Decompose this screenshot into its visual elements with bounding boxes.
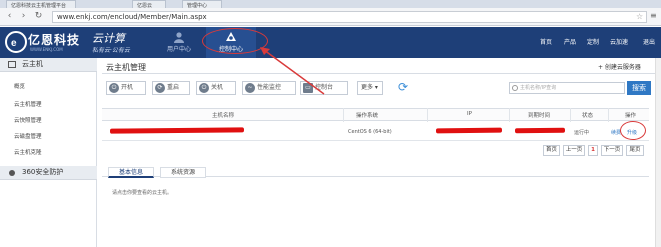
site-header: e 亿恩科技 WWW.ENKJ.COM 云计算 私有云·公有云 用户中心 控制中… (0, 27, 661, 58)
nav-label: 用户中心 (166, 46, 191, 53)
sidebar-section-cloud-host[interactable]: 云主机 (0, 58, 97, 72)
cell-status: 运行中 (574, 130, 590, 136)
divider (102, 73, 656, 74)
monitor-icon: ~ (245, 83, 255, 93)
tab-system-resources[interactable]: 系统资源 (160, 167, 206, 178)
slogan-sub: 私有云·公有云 (92, 47, 130, 54)
sidebar-item-clone[interactable]: 云主机克隆 (14, 148, 42, 156)
browser-tab[interactable]: 管理中心 (182, 0, 222, 8)
power-off-icon: ⏻ (199, 83, 209, 93)
pager-prev[interactable]: 上一页 (563, 145, 585, 156)
browser-tab[interactable]: 亿恩科技云主机管理平台 (6, 0, 76, 8)
redacted-expire (514, 127, 566, 134)
refresh-icon[interactable]: ⟳ (398, 80, 412, 94)
power-on-button[interactable]: ⏻ 开机 (106, 81, 146, 95)
sidebar-item-disk[interactable]: 云磁盘管理 (14, 132, 42, 140)
column-header-expire: 到期时间 (528, 113, 551, 119)
svg-text:e: e (11, 38, 17, 49)
nav-user-center[interactable]: 用户中心 (158, 27, 200, 58)
power-off-button[interactable]: ⏻ 关机 (196, 81, 236, 95)
browser-tab[interactable]: 亿恩云 (132, 0, 166, 8)
column-header-actions: 操作 (625, 113, 637, 119)
column-header-status: 状态 (582, 113, 594, 119)
cell-os: CentOS 6 (64-bit) (348, 129, 392, 135)
create-server-link[interactable]: + 创建云服务器 (598, 62, 641, 71)
column-header-name: 主机名称 (212, 113, 235, 119)
bookmark-star-icon[interactable]: ☆ (636, 12, 643, 21)
sidebar: 云主机 概览 云主机管理 云快照管理 云磁盘管理 云主机克隆 360安全防护 (0, 58, 97, 247)
shield-icon (9, 170, 15, 176)
power-icon: ⏻ (109, 83, 119, 93)
info-hint-text: 请点击你要查看的云主机。 (112, 190, 173, 196)
forward-icon[interactable]: › (18, 11, 29, 22)
pager-current[interactable]: 1 (588, 145, 598, 156)
pager-next[interactable]: 下一页 (601, 145, 623, 156)
brand-name: 亿恩科技 (28, 33, 81, 47)
restart-button[interactable]: ⟳ 重启 (152, 81, 190, 95)
menu-icon[interactable]: ≡ (650, 11, 657, 20)
page-title: 云主机管理 (106, 63, 146, 72)
user-icon (174, 32, 184, 43)
column-header-os: 操作系统 (356, 113, 379, 119)
more-dropdown[interactable]: 更多 ▾ (357, 81, 383, 95)
top-link-products[interactable]: 产品 (564, 37, 576, 46)
search-icon (512, 85, 518, 91)
slogan-main: 云计算 (92, 32, 125, 45)
reload-icon[interactable]: ↻ (33, 11, 44, 22)
browser-tab-bar: 亿恩科技云主机管理平台 亿恩云 管理中心 (0, 0, 661, 8)
brand-logo-icon: e (5, 31, 27, 53)
redacted-ip (435, 127, 503, 134)
sidebar-item-overview[interactable]: 概览 (14, 82, 25, 90)
annotation-arrow (260, 47, 325, 95)
address-bar-area: ‹ › ↻ www.enkj.com/encloud/Member/Main.a… (0, 8, 661, 26)
top-link-cdn[interactable]: 云加速 (610, 37, 628, 46)
top-link-custom[interactable]: 定制 (587, 37, 599, 46)
highlight-circle (620, 121, 646, 140)
sidebar-section-360[interactable]: 360安全防护 (0, 166, 97, 180)
pager-last[interactable]: 尾页 (626, 145, 644, 156)
pager-first[interactable]: 首页 (543, 145, 560, 156)
back-icon[interactable]: ‹ (4, 11, 15, 22)
column-header-ip: IP (467, 111, 472, 117)
sidebar-item-snapshot[interactable]: 云快照管理 (14, 116, 42, 124)
url-input[interactable]: www.enkj.com/encloud/Member/Main.aspx (52, 11, 647, 23)
scrollbar[interactable] (655, 58, 661, 247)
search-input[interactable]: 主机名称/IP查询 (509, 82, 625, 94)
tab-basic-info[interactable]: 基本信息 (108, 167, 154, 178)
top-link-home[interactable]: 首页 (540, 37, 552, 46)
restart-icon: ⟳ (155, 83, 165, 93)
server-icon (8, 61, 16, 68)
top-link-logout[interactable]: 退出 (643, 37, 655, 46)
sidebar-item-host-manage[interactable]: 云主机管理 (14, 100, 42, 108)
brand-domain: WWW.ENKJ.COM (30, 47, 63, 52)
search-button[interactable]: 搜索 (627, 81, 651, 95)
